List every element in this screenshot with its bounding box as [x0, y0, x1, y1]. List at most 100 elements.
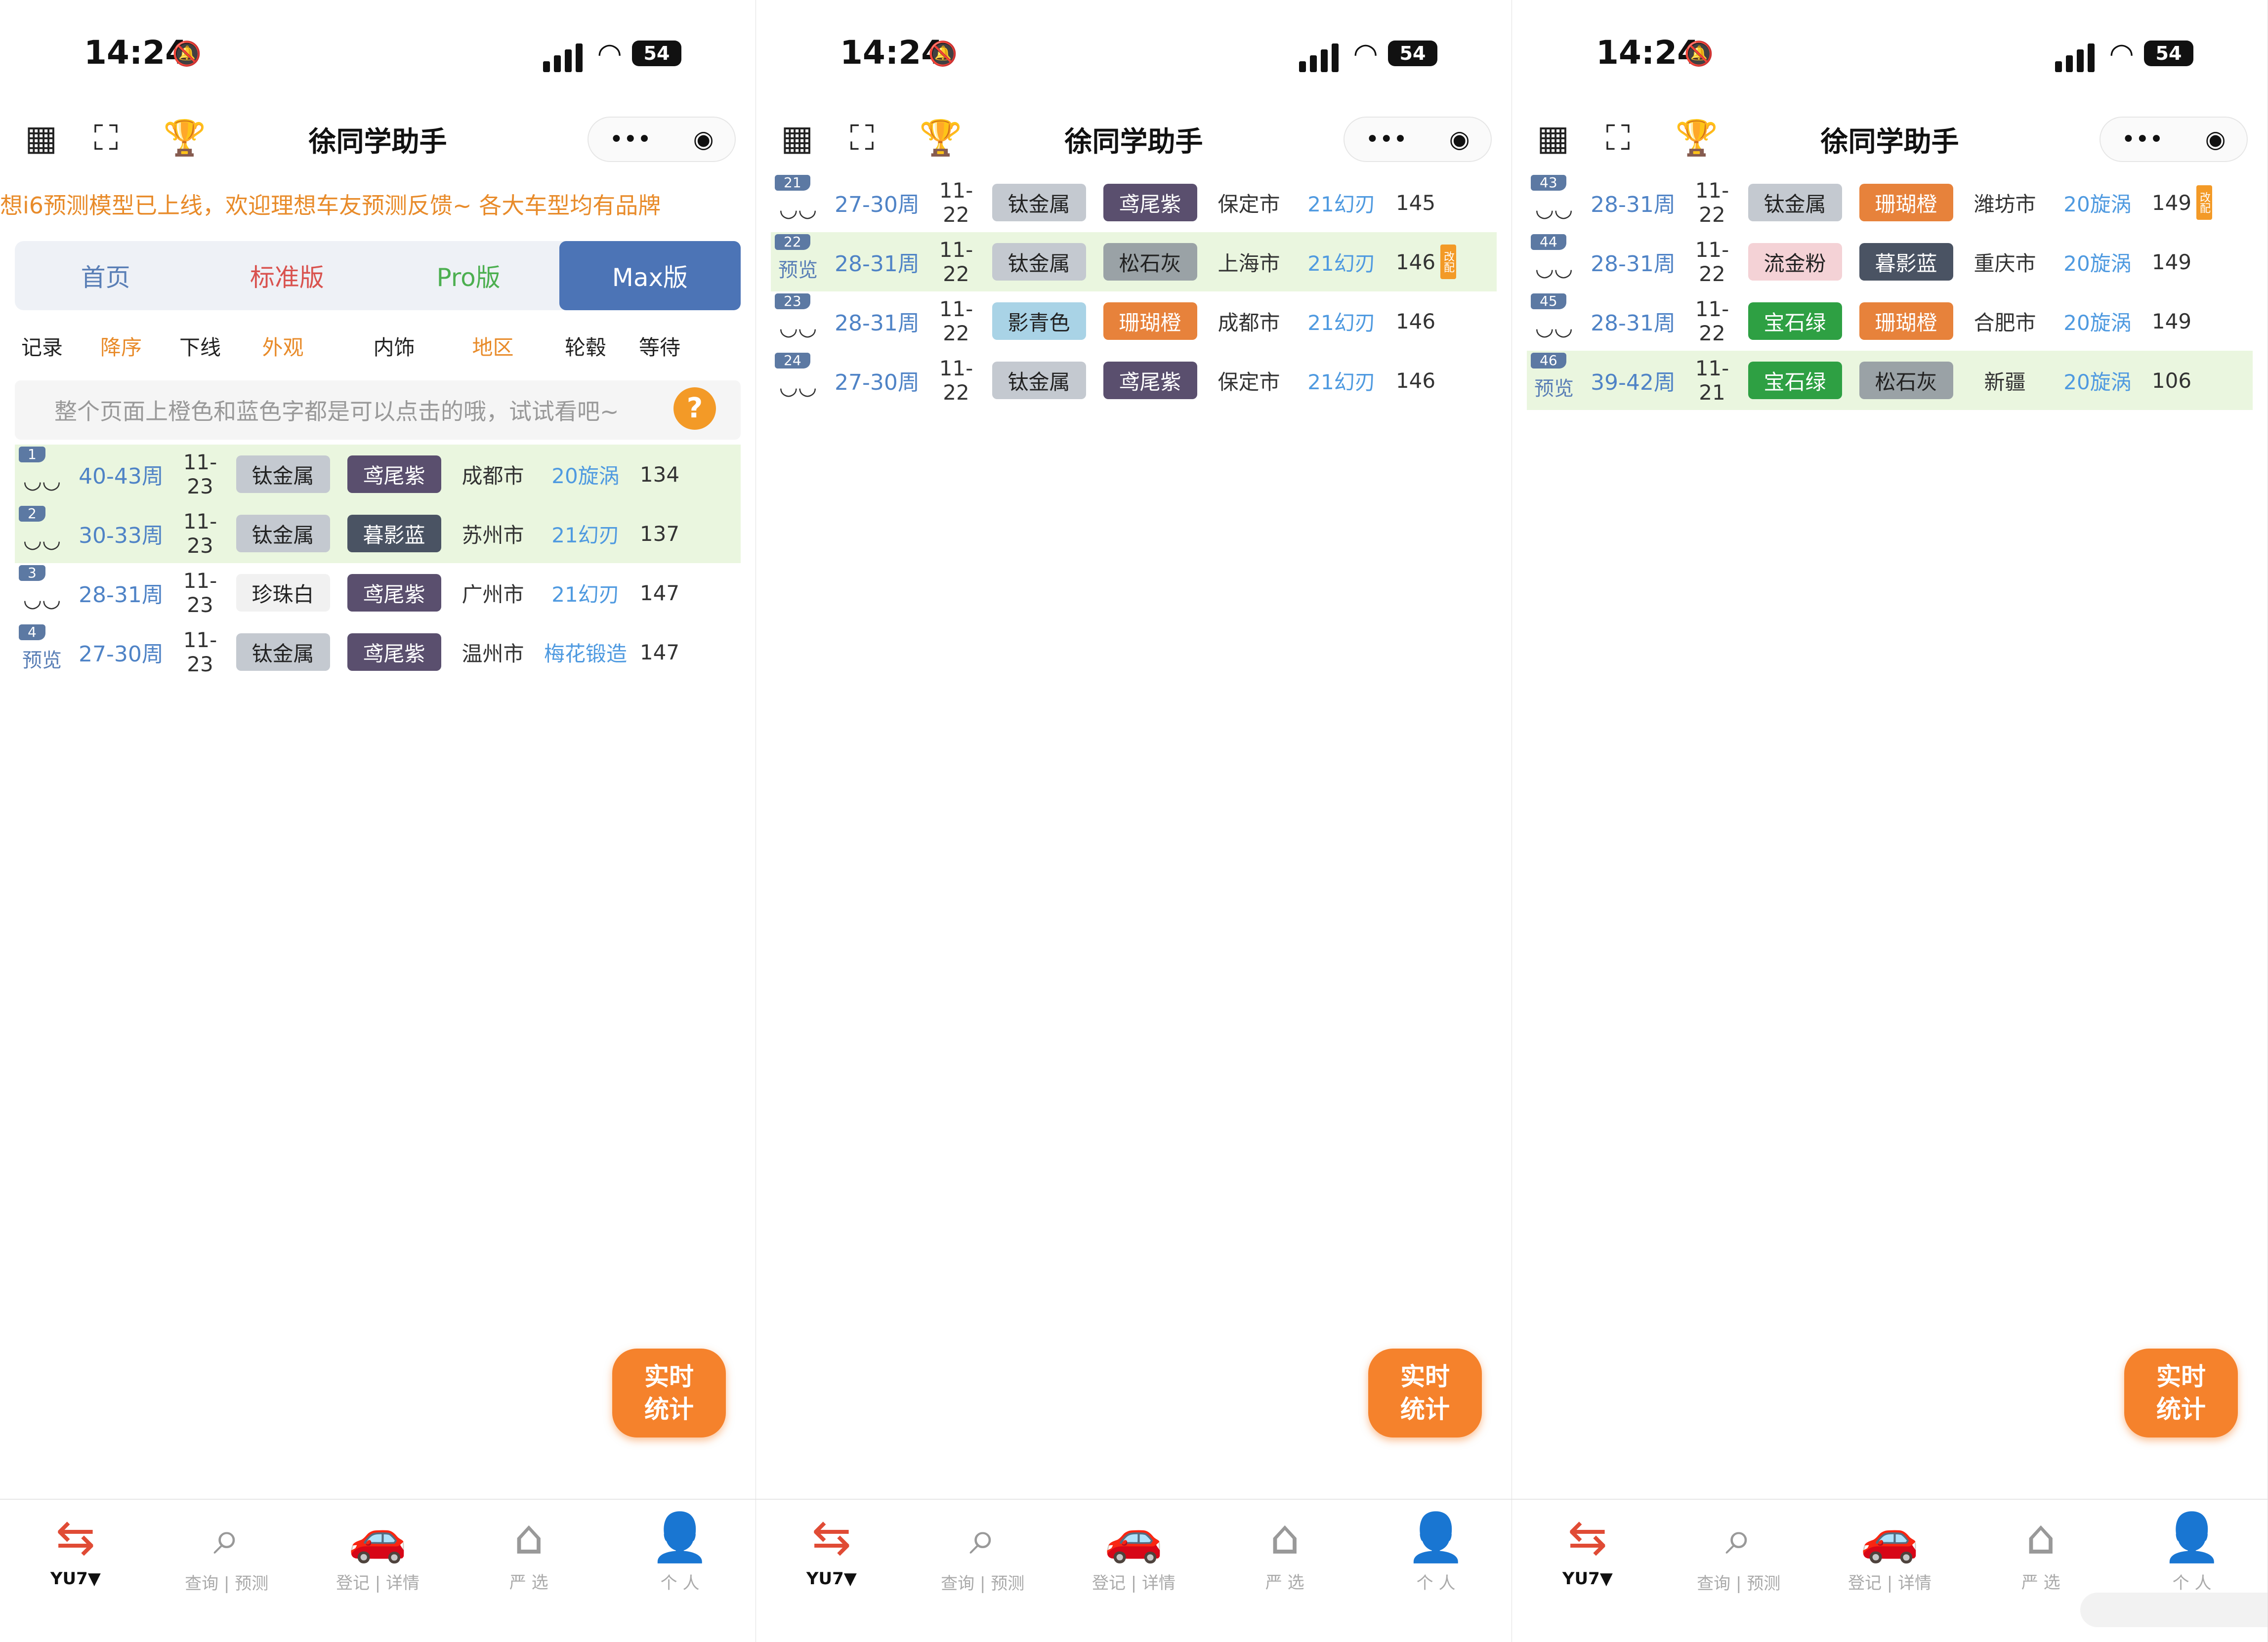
- table-row[interactable]: 23 ◡◡ 28-31周 11-22 影青色 珊瑚橙 成都市 21幻刃 146: [771, 291, 1497, 351]
- bottom-tab-1[interactable]: ⇆ YU7▼: [0, 1500, 151, 1642]
- tab-1[interactable]: 首页: [15, 241, 196, 310]
- realtime-stats-button[interactable]: 实时 统计: [2124, 1349, 2238, 1437]
- exterior-chip[interactable]: 流金粉: [1748, 243, 1842, 281]
- bottom-tab-2[interactable]: ⌕ 查询 | 预测: [907, 1500, 1058, 1642]
- interior-chip[interactable]: 暮影蓝: [347, 515, 441, 552]
- mini-program-capsule[interactable]: ••• ◉: [2100, 117, 2248, 162]
- exterior-chip[interactable]: 钛金属: [992, 243, 1086, 281]
- close-circle-icon[interactable]: ◉: [1449, 125, 1470, 153]
- table-row[interactable]: 45 ◡◡ 28-31周 11-22 宝石绿 珊瑚橙 合肥市 20旋涡 149: [1527, 291, 2253, 351]
- interior-chip[interactable]: 鸢尾紫: [1103, 184, 1197, 221]
- interior-chip[interactable]: 鸢尾紫: [347, 633, 441, 671]
- realtime-stats-button[interactable]: 实时 统计: [1368, 1349, 1482, 1437]
- interior-chip[interactable]: 暮影蓝: [1859, 243, 1953, 281]
- wheel-link[interactable]: 21幻刃: [1292, 366, 1391, 396]
- column-6[interactable]: 地区: [450, 331, 536, 361]
- table-row[interactable]: 46 预览 39-42周 11-21 宝石绿 松石灰 新疆 20旋涡 106: [1527, 351, 2253, 410]
- delivery-weeks-link[interactable]: 27-30周: [69, 636, 173, 668]
- interior-chip[interactable]: 鸢尾紫: [1103, 362, 1197, 399]
- wheel-link[interactable]: 20旋涡: [2048, 188, 2147, 218]
- table-row[interactable]: 43 ◡◡ 28-31周 11-22 钛金属 珊瑚橙 潍坊市 20旋涡 149 改配: [1527, 173, 2253, 232]
- table-row[interactable]: 21 ◡◡ 27-30周 11-22 钛金属 鸢尾紫 保定市 21幻刃 145: [771, 173, 1497, 232]
- realtime-stats-button[interactable]: 实时 统计: [612, 1349, 726, 1437]
- column-4[interactable]: 外观: [227, 331, 338, 361]
- bottom-tab-3[interactable]: 🚗 登记 | 详情: [302, 1500, 454, 1642]
- bottom-tab-5[interactable]: 👤 个 人: [1360, 1500, 1512, 1642]
- interior-chip[interactable]: 松石灰: [1103, 243, 1197, 281]
- more-icon[interactable]: •••: [609, 125, 651, 153]
- delivery-weeks-link[interactable]: 28-31周: [69, 577, 173, 609]
- tab-label-3: 登记 | 详情: [336, 1573, 420, 1593]
- wheel-link[interactable]: 20旋涡: [2048, 366, 2147, 396]
- bottom-tab-4[interactable]: ⌂ 严 选: [1209, 1500, 1360, 1642]
- signal-icon: [2055, 43, 2095, 72]
- table-row[interactable]: 3 ◡◡ 28-31周 11-23 珍珠白 鸢尾紫 广州市 21幻刃 147: [15, 563, 741, 622]
- wheel-link[interactable]: 20旋涡: [2048, 247, 2147, 277]
- exterior-chip[interactable]: 钛金属: [1748, 184, 1842, 221]
- delivery-weeks-link[interactable]: 40-43周: [69, 458, 173, 490]
- exterior-chip[interactable]: 钛金属: [236, 515, 330, 552]
- tab-label-2: 查询 | 预测: [941, 1574, 1025, 1594]
- wheel-link[interactable]: 21幻刃: [1292, 188, 1391, 218]
- wheel-link[interactable]: 21幻刃: [1292, 306, 1391, 336]
- delivery-weeks-link[interactable]: 28-31周: [1581, 246, 1685, 278]
- bottom-tab-1[interactable]: ⇆ YU7▼: [756, 1500, 907, 1642]
- table-row[interactable]: 44 ◡◡ 28-31周 11-22 流金粉 暮影蓝 重庆市 20旋涡 149: [1527, 232, 2253, 291]
- interior-chip[interactable]: 松石灰: [1859, 362, 1953, 399]
- exterior-chip[interactable]: 钛金属: [236, 633, 330, 671]
- wheel-link[interactable]: 梅花锻造: [536, 637, 635, 667]
- delivery-weeks-link[interactable]: 27-30周: [825, 365, 929, 396]
- mini-program-capsule[interactable]: ••• ◉: [588, 117, 736, 162]
- tab-2[interactable]: 标准版: [196, 241, 378, 310]
- exterior-chip[interactable]: 钛金属: [992, 184, 1086, 221]
- delivery-weeks-link[interactable]: 28-31周: [825, 246, 929, 278]
- table-row[interactable]: 4 预览 27-30周 11-23 钛金属 鸢尾紫 温州市 梅花锻造 147: [15, 622, 741, 682]
- interior-chip[interactable]: 珊瑚橙: [1103, 302, 1197, 340]
- bottom-tab-3[interactable]: 🚗 登记 | 详情: [1814, 1500, 1966, 1642]
- area-text: 新疆: [1984, 369, 2026, 394]
- table-row[interactable]: 22 预览 28-31周 11-22 钛金属 松石灰 上海市 21幻刃 146 改配: [771, 232, 1497, 291]
- bottom-tab-4[interactable]: ⌂ 严 选: [453, 1500, 604, 1642]
- bottom-tab-1[interactable]: ⇆ YU7▼: [1512, 1500, 1663, 1642]
- exterior-chip[interactable]: 钛金属: [236, 455, 330, 493]
- interior-chip[interactable]: 鸢尾紫: [347, 574, 441, 612]
- table-row[interactable]: 24 ◡◡ 27-30周 11-22 钛金属 鸢尾紫 保定市 21幻刃 146: [771, 351, 1497, 410]
- exterior-chip[interactable]: 宝石绿: [1748, 302, 1842, 340]
- interior-chip[interactable]: 鸢尾紫: [347, 455, 441, 493]
- delivery-weeks-link[interactable]: 27-30周: [825, 187, 929, 218]
- bottom-tab-2[interactable]: ⌕ 查询 | 预测: [1663, 1500, 1814, 1642]
- close-circle-icon[interactable]: ◉: [693, 125, 714, 153]
- tab-3[interactable]: Pro版: [378, 241, 559, 310]
- delivery-weeks-link[interactable]: 30-33周: [69, 518, 173, 549]
- interior-chip[interactable]: 珊瑚橙: [1859, 184, 1953, 221]
- help-icon[interactable]: ?: [673, 387, 716, 430]
- bottom-tab-5[interactable]: 👤 个 人: [604, 1500, 756, 1642]
- wheel-link[interactable]: 21幻刃: [1292, 247, 1391, 277]
- wheel-link[interactable]: 21幻刃: [536, 519, 635, 549]
- wheel-link[interactable]: 21幻刃: [536, 578, 635, 608]
- delivery-weeks-link[interactable]: 28-31周: [825, 305, 929, 337]
- exterior-chip-cell: 钛金属: [227, 633, 338, 671]
- wheel-link[interactable]: 20旋涡: [2048, 306, 2147, 336]
- close-circle-icon[interactable]: ◉: [2205, 125, 2226, 153]
- delivery-weeks-link[interactable]: 39-42周: [1581, 365, 1685, 396]
- wheel-link[interactable]: 20旋涡: [536, 459, 635, 490]
- more-icon[interactable]: •••: [1365, 125, 1407, 153]
- more-icon[interactable]: •••: [2121, 125, 2163, 153]
- tab-4[interactable]: Max版: [559, 241, 741, 310]
- mini-program-capsule[interactable]: ••• ◉: [1344, 117, 1492, 162]
- delivery-weeks-link[interactable]: 28-31周: [1581, 187, 1685, 218]
- delivery-weeks-link[interactable]: 28-31周: [1581, 305, 1685, 337]
- area-text: 苏州市: [462, 523, 524, 547]
- table-row[interactable]: 2 ◡◡ 30-33周 11-23 钛金属 暮影蓝 苏州市 21幻刃 137: [15, 504, 741, 563]
- bottom-tab-3[interactable]: 🚗 登记 | 详情: [1058, 1500, 1210, 1642]
- interior-chip[interactable]: 珊瑚橙: [1859, 302, 1953, 340]
- exterior-chip[interactable]: 珍珠白: [236, 574, 330, 612]
- exterior-chip[interactable]: 影青色: [992, 302, 1086, 340]
- exterior-chip[interactable]: 钛金属: [992, 362, 1086, 399]
- column-2[interactable]: 降序: [69, 331, 173, 361]
- bottom-tab-2[interactable]: ⌕ 查询 | 预测: [151, 1500, 302, 1642]
- interior-chip-cell: 鸢尾紫: [338, 455, 450, 493]
- table-row[interactable]: 1 ◡◡ 40-43周 11-23 钛金属 鸢尾紫 成都市 20旋涡 134: [15, 445, 741, 504]
- exterior-chip[interactable]: 宝石绿: [1748, 362, 1842, 399]
